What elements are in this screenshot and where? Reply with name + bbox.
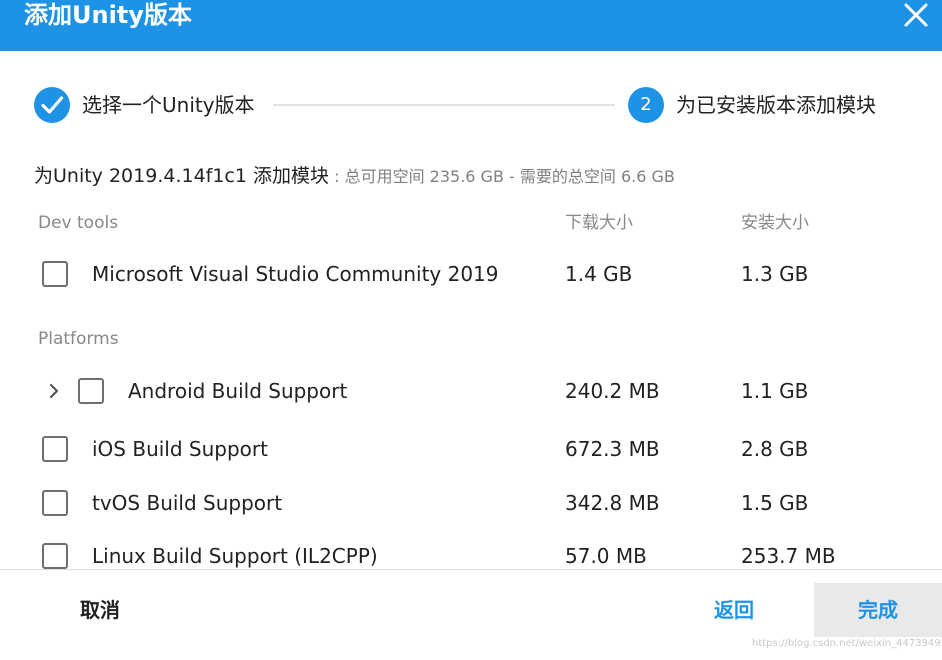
column-download-size: 下载大小 xyxy=(565,213,633,233)
module-install-size: 1.1 GB xyxy=(741,379,809,403)
step1-check-icon xyxy=(34,87,70,123)
window-title: 添加Unity版本 xyxy=(24,1,192,29)
close-icon[interactable] xyxy=(900,0,932,30)
subtitle-version: 为Unity 2019.4.14f1c1 添加模块 xyxy=(34,165,330,187)
checkbox-linux-il2cpp[interactable] xyxy=(42,543,68,569)
module-row-android[interactable]: Android Build Support 240.2 MB 1.1 GB xyxy=(0,371,942,411)
step2-indicator: 2 xyxy=(628,87,664,123)
module-download-size: 1.4 GB xyxy=(565,262,633,286)
module-row-ios[interactable]: iOS Build Support 672.3 MB 2.8 GB xyxy=(0,429,942,469)
checkbox-tvos[interactable] xyxy=(42,490,68,516)
module-download-size: 240.2 MB xyxy=(565,379,660,403)
section-platforms: Platforms xyxy=(38,329,119,349)
column-install-size: 安装大小 xyxy=(741,213,809,233)
chevron-right-icon[interactable] xyxy=(44,381,64,401)
footer-divider xyxy=(0,569,942,570)
module-subtitle: 为Unity 2019.4.14f1c1 添加模块 : 总可用空间 235.6 … xyxy=(34,164,675,189)
module-row-tvos[interactable]: tvOS Build Support 342.8 MB 1.5 GB xyxy=(0,483,942,523)
checkbox-visual-studio[interactable] xyxy=(42,261,68,287)
module-row-visual-studio[interactable]: Microsoft Visual Studio Community 2019 1… xyxy=(0,254,942,294)
step2-number: 2 xyxy=(640,94,652,115)
checkbox-ios[interactable] xyxy=(42,436,68,462)
module-download-size: 672.3 MB xyxy=(565,437,660,461)
step1-label: 选择一个Unity版本 xyxy=(82,93,255,117)
module-install-size: 2.8 GB xyxy=(741,437,809,461)
cancel-button[interactable]: 取消 xyxy=(80,596,120,624)
step2-label: 为已安装版本添加模块 xyxy=(676,93,876,117)
module-install-size: 1.3 GB xyxy=(741,262,809,286)
done-button[interactable]: 完成 xyxy=(814,583,942,637)
back-button[interactable]: 返回 xyxy=(714,596,754,624)
module-name: Microsoft Visual Studio Community 2019 xyxy=(92,262,499,286)
watermark: https://blog.csdn.net/weixin_44739495 xyxy=(752,638,942,649)
section-dev-tools: Dev tools xyxy=(38,213,119,233)
module-name: iOS Build Support xyxy=(92,437,268,461)
module-install-size: 1.5 GB xyxy=(741,491,809,515)
module-download-size: 342.8 MB xyxy=(565,491,660,515)
title-bar: 添加Unity版本 xyxy=(0,0,942,51)
checkbox-android[interactable] xyxy=(78,378,104,404)
stepper-connector xyxy=(273,104,615,106)
subtitle-space-info: : 总可用空间 235.6 GB - 需要的总空间 6.6 GB xyxy=(329,167,675,186)
module-name: tvOS Build Support xyxy=(92,491,283,515)
module-name: Android Build Support xyxy=(128,379,348,403)
